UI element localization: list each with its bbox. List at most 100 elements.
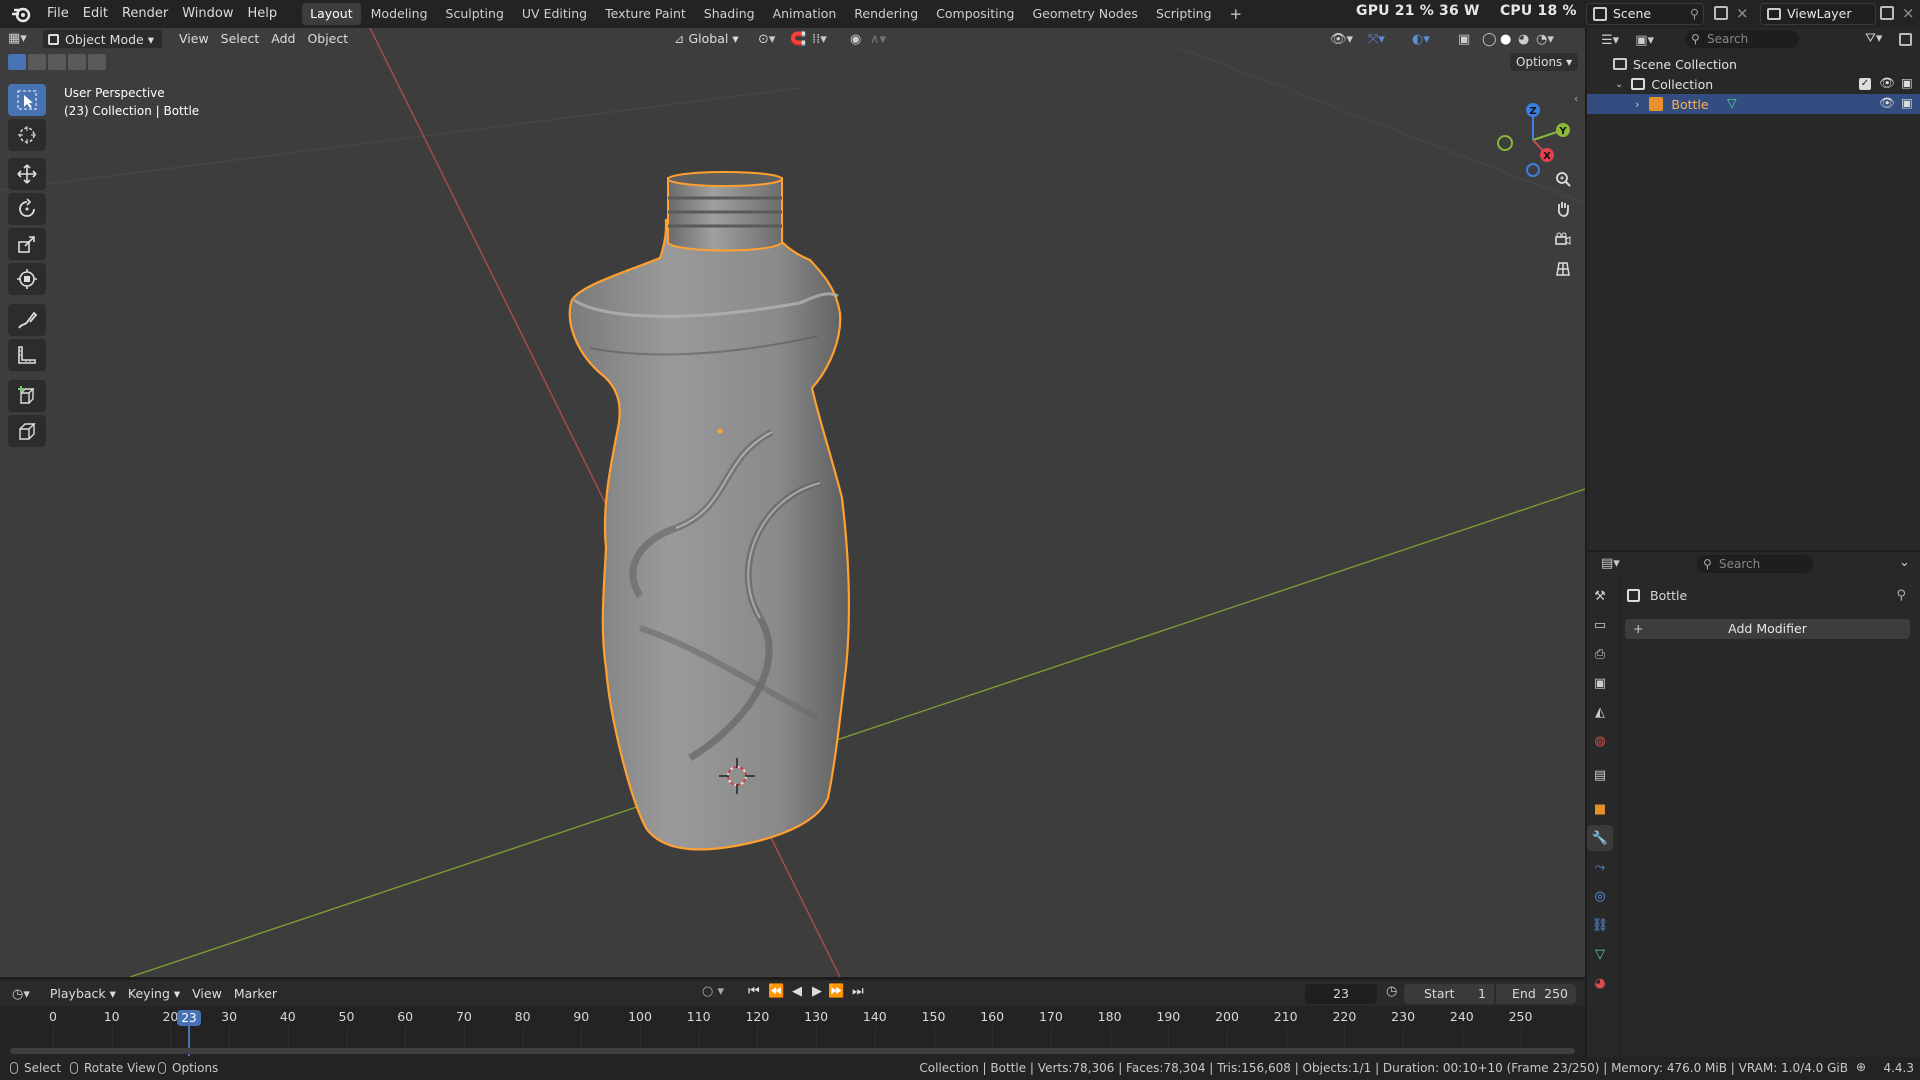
outliner-row-collection[interactable]: ⌄ Collection ✓ 👁 ▣ xyxy=(1587,74,1920,94)
new-view-layer-icon[interactable] xyxy=(1880,6,1894,20)
transform-orientation-dropdown[interactable]: ⊿ Global ▾ xyxy=(668,29,745,49)
tab-uv-editing[interactable]: UV Editing xyxy=(514,3,595,25)
mesh-data-icon[interactable]: ▽ xyxy=(1727,95,1737,110)
shading-solid-icon[interactable]: ● xyxy=(1500,32,1511,47)
add-cube-tool[interactable] xyxy=(8,380,46,412)
falloff-icon[interactable]: ∧▾ xyxy=(870,32,886,47)
gizmo-toggle-icon[interactable]: ⤧▾ xyxy=(1368,32,1385,47)
menu-timeline-view[interactable]: View xyxy=(186,984,228,1004)
menu-add[interactable]: Add xyxy=(265,29,301,49)
timeline-editor-icon[interactable]: ◷▾ xyxy=(12,987,30,1002)
start-frame-field[interactable]: Start 1 xyxy=(1404,984,1494,1004)
menu-keying[interactable]: Keying ▾ xyxy=(122,984,186,1004)
pivot-point-icon[interactable]: ⊙▾ xyxy=(758,32,775,47)
visibility-icon[interactable]: 👁▾ xyxy=(1330,32,1353,47)
tab-shading[interactable]: Shading xyxy=(696,3,763,25)
playhead[interactable]: 23 xyxy=(177,1010,201,1026)
xray-toggle-icon[interactable]: ▣ xyxy=(1458,32,1470,47)
ortho-grid-icon[interactable] xyxy=(1550,256,1576,282)
outliner-row-scene-collection[interactable]: Scene Collection xyxy=(1587,54,1920,74)
menu-object[interactable]: Object xyxy=(301,29,354,49)
menu-window[interactable]: Window xyxy=(175,0,240,28)
menu-playback[interactable]: Playback ▾ xyxy=(44,984,122,1004)
menu-marker[interactable]: Marker xyxy=(228,984,283,1004)
jump-start-icon[interactable]: ⏮ xyxy=(748,984,760,999)
tool-properties-icon[interactable]: ⚒ xyxy=(1587,583,1613,609)
overlay-toggle-icon[interactable]: ◐▾ xyxy=(1412,32,1430,47)
tab-scripting[interactable]: Scripting xyxy=(1148,3,1220,25)
auto-keying-icon[interactable]: ○ ▾ xyxy=(702,984,724,999)
preview-range-icon[interactable]: ◷ xyxy=(1386,984,1397,999)
object-properties-icon[interactable]: ■ xyxy=(1587,796,1613,822)
properties-search-input[interactable]: ⚲ Search xyxy=(1697,555,1813,573)
view-layer-selector[interactable]: ViewLayer xyxy=(1760,3,1876,25)
delete-scene-icon[interactable]: × xyxy=(1736,4,1749,22)
menu-edit[interactable]: Edit xyxy=(76,0,115,28)
outliner-editor-icon[interactable]: ☰▾ xyxy=(1601,33,1619,48)
select-box-tool[interactable] xyxy=(8,84,46,116)
tab-layout[interactable]: Layout xyxy=(302,3,361,25)
camera-view-icon[interactable] xyxy=(1550,226,1576,252)
display-mode-icon[interactable]: ▣▾ xyxy=(1635,33,1654,48)
measure-tool[interactable] xyxy=(8,339,46,371)
transform-tool[interactable] xyxy=(8,263,46,295)
scale-tool[interactable] xyxy=(8,228,46,260)
pin-icon[interactable]: ⚲ xyxy=(1690,4,1699,24)
3d-viewport[interactable]: ▦▾ Object Mode ▾ View Select Add Object … xyxy=(0,28,1585,977)
output-properties-icon[interactable]: ⎙ xyxy=(1587,641,1613,667)
expand-chevron-icon[interactable]: › xyxy=(1635,98,1639,111)
collapse-sidebar-icon[interactable]: ‹ xyxy=(1574,92,1578,105)
timeline-scrollbar[interactable] xyxy=(10,1048,1575,1054)
tab-animation[interactable]: Animation xyxy=(765,3,845,25)
play-reverse-icon[interactable]: ◀ xyxy=(792,984,802,999)
modifier-properties-icon[interactable]: 🔧 xyxy=(1587,825,1613,851)
cursor-tool[interactable] xyxy=(8,119,46,151)
editor-type-icon[interactable]: ▦▾ xyxy=(8,29,34,49)
add-workspace-button[interactable]: + xyxy=(1222,3,1251,25)
particles-properties-icon[interactable]: ⤳ xyxy=(1587,854,1613,880)
current-frame-field[interactable]: 23 xyxy=(1305,984,1377,1004)
blender-logo-icon[interactable] xyxy=(10,5,32,23)
menu-view[interactable]: View xyxy=(173,29,215,49)
tab-compositing[interactable]: Compositing xyxy=(928,3,1022,25)
filter-icon[interactable]: ⛛▾ xyxy=(1865,31,1882,46)
camera-render-icon[interactable]: ▣ xyxy=(1901,75,1913,90)
snap-target-icon[interactable]: ⁞⁞▾ xyxy=(812,32,827,47)
object-mode-dropdown[interactable]: Object Mode ▾ xyxy=(42,29,163,49)
properties-options-icon[interactable]: ⌄ xyxy=(1899,555,1910,570)
eye-icon[interactable]: 👁 xyxy=(1879,75,1895,91)
play-icon[interactable]: ▶ xyxy=(812,984,822,999)
options-dropdown[interactable]: Options ▾ xyxy=(1510,53,1579,71)
render-properties-icon[interactable]: ▭ xyxy=(1587,612,1613,638)
shading-rendered-icon[interactable]: ◔▾ xyxy=(1536,32,1554,47)
new-collection-icon[interactable] xyxy=(1899,33,1912,46)
tab-rendering[interactable]: Rendering xyxy=(846,3,926,25)
select-extend-icon[interactable] xyxy=(28,54,46,70)
move-tool[interactable] xyxy=(8,158,46,190)
new-scene-icon[interactable] xyxy=(1714,6,1728,20)
menu-file[interactable]: File xyxy=(40,0,76,28)
physics-properties-icon[interactable]: ◎ xyxy=(1587,883,1613,909)
globe-icon[interactable]: ⊕ xyxy=(1856,1060,1866,1074)
outliner-row-bottle[interactable]: › Bottle ▽ 👁 ▣ xyxy=(1587,94,1920,114)
select-subtract-icon[interactable] xyxy=(48,54,66,70)
jump-prev-key-icon[interactable]: ⏪ xyxy=(768,984,784,999)
scene-properties-icon[interactable]: ◭ xyxy=(1587,699,1613,725)
shading-material-icon[interactable]: ◕ xyxy=(1518,32,1529,47)
pan-hand-icon[interactable] xyxy=(1550,196,1576,222)
menu-render[interactable]: Render xyxy=(115,0,175,28)
snap-icon[interactable]: 🧲 xyxy=(790,32,806,47)
tab-texture-paint[interactable]: Texture Paint xyxy=(597,3,694,25)
constraints-properties-icon[interactable]: ⛓ xyxy=(1587,912,1613,938)
jump-next-key-icon[interactable]: ⏩ xyxy=(828,984,844,999)
annotate-tool[interactable] xyxy=(8,304,46,336)
expand-chevron-icon[interactable]: ⌄ xyxy=(1615,79,1623,90)
zoom-icon[interactable] xyxy=(1550,166,1576,192)
shading-wireframe-icon[interactable]: ◯ xyxy=(1482,32,1497,47)
material-properties-icon[interactable]: ◕ xyxy=(1587,970,1613,996)
mesh-data-properties-icon[interactable]: ▽ xyxy=(1587,941,1613,967)
end-frame-field[interactable]: End 250 xyxy=(1496,984,1576,1004)
select-invert-icon[interactable] xyxy=(68,54,86,70)
eye-icon[interactable]: 👁 xyxy=(1879,95,1895,111)
add-modifier-button[interactable]: + Add Modifier xyxy=(1625,619,1910,639)
